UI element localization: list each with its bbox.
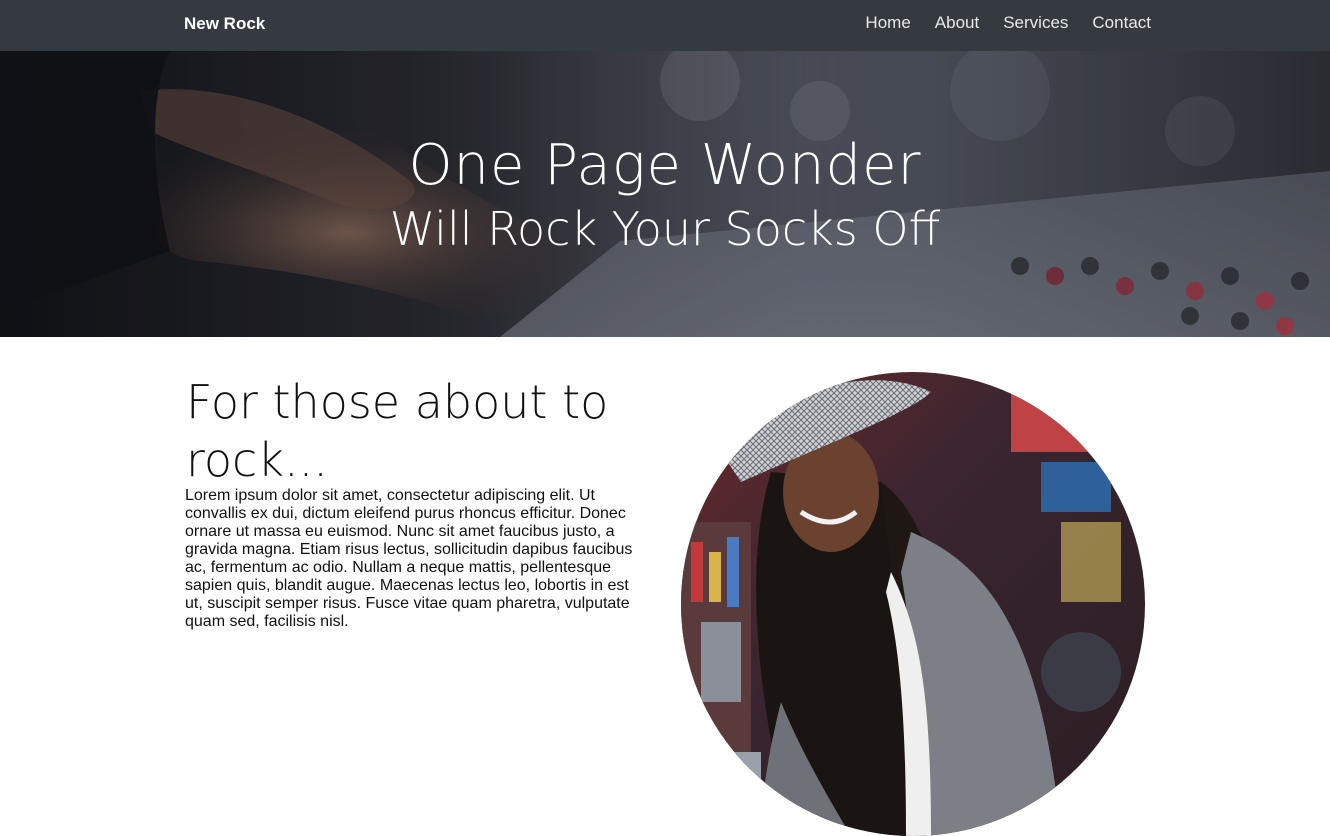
section-body-text: Lorem ipsum dolor sit amet, consectetur … (185, 487, 633, 630)
featured-photo (681, 372, 1145, 836)
navbar: New Rock Home About Services Contact (0, 0, 1330, 51)
nav-link-contact[interactable]: Contact (1092, 13, 1151, 33)
hero-subtitle: Will Rock Your Socks Off (389, 202, 941, 256)
nav-link-home[interactable]: Home (865, 13, 910, 33)
content-section: For those about to rock... Lorem ipsum d… (0, 337, 1330, 836)
section-heading: For those about to rock... (186, 375, 609, 487)
nav-links: Home About Services Contact (865, 13, 1151, 33)
hero-title: One Page Wonder (408, 133, 922, 198)
brand-link[interactable]: New Rock (184, 14, 265, 34)
nav-link-about[interactable]: About (935, 13, 979, 33)
hero-banner: One Page Wonder Will Rock Your Socks Off (0, 51, 1330, 337)
nav-link-services[interactable]: Services (1003, 13, 1068, 33)
woman-with-hat-image (681, 372, 1145, 836)
